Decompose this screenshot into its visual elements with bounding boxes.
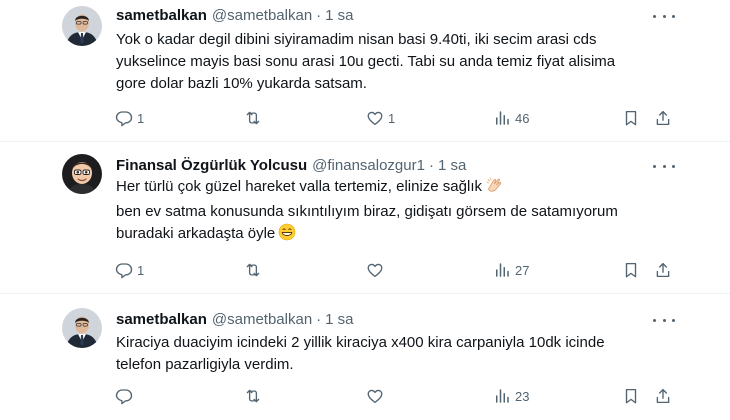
display-name[interactable]: sametbalkan [116, 7, 207, 24]
bookmark-button[interactable] [622, 384, 640, 408]
bookmark-button[interactable] [622, 258, 640, 282]
tweet-text: Her türlü çok güzel hareket valla tertem… [116, 176, 676, 248]
reply-button[interactable]: 1 [115, 258, 144, 282]
like-button[interactable] [366, 258, 388, 282]
reply-icon [115, 389, 133, 405]
bookmark-icon [625, 110, 637, 126]
tweet-text-fragment: buradaki arkadaşta öyle [116, 225, 276, 242]
tweet-header: sametbalkan @sametbalkan · 1 sa [116, 309, 354, 329]
tweet-header: Finansal Özgürlük Yolcusu @finansalozgur… [116, 155, 466, 175]
retweet-icon [246, 263, 260, 277]
separator-dot: · [316, 6, 322, 24]
bookmark-icon [625, 262, 637, 278]
reply-button[interactable]: 1 [115, 106, 144, 130]
heart-icon [367, 111, 383, 126]
reply-button[interactable] [115, 384, 137, 408]
share-icon [656, 110, 670, 126]
like-count: 1 [388, 110, 396, 126]
tweet-text-line: gore dolar bazli 10% yukarda satsam. [116, 75, 367, 92]
view-count: 27 [515, 262, 530, 278]
tweet-text-fragment: Her türlü çok güzel hareket valla tertem… [116, 178, 482, 195]
user-handle[interactable]: @sametbalkan [212, 311, 312, 328]
user-handle[interactable]: @sametbalkan [212, 7, 312, 24]
retweet-icon [246, 389, 260, 403]
separator-dot: · [316, 310, 322, 328]
more-options-icon[interactable] [653, 6, 675, 26]
tweet-text-line: Yok o kadar degil dibini siyiramadim nis… [116, 31, 597, 48]
reply-count: 1 [137, 110, 145, 126]
display-name[interactable]: Finansal Özgürlük Yolcusu [116, 157, 307, 174]
reply-count: 1 [137, 262, 145, 278]
views-button[interactable]: 23 [493, 384, 529, 408]
share-icon [656, 262, 670, 278]
tweet[interactable]: sametbalkan @sametbalkan · 1 sa Yok o ka… [0, 0, 730, 142]
retweet-button[interactable] [244, 258, 266, 282]
more-options-icon[interactable] [653, 310, 675, 330]
analytics-icon [496, 111, 509, 125]
avatar[interactable] [62, 6, 102, 46]
like-button[interactable] [366, 384, 388, 408]
avatar[interactable] [62, 154, 102, 194]
display-name[interactable]: sametbalkan [116, 311, 207, 328]
user-handle[interactable]: @finansalozgur1 [312, 157, 425, 174]
share-icon [656, 388, 670, 404]
share-button[interactable] [654, 258, 672, 282]
reply-thread: sametbalkan @sametbalkan · 1 sa Yok o ka… [0, 0, 730, 420]
share-button[interactable] [654, 106, 672, 130]
more-options-icon[interactable] [653, 156, 675, 176]
tweet-text-line: Her türlü çok güzel hareket valla tertem… [116, 176, 676, 201]
like-button[interactable]: 1 [366, 106, 395, 130]
tweet-text-line: yukselince mayis basi sonu arasi 10u gec… [116, 53, 616, 70]
tweet-text-line: Kiraciya duaciyim icindeki 2 yillik kira… [116, 334, 605, 351]
tweet[interactable]: sametbalkan @sametbalkan · 1 sa Kiraciya… [0, 294, 730, 420]
grinning-face-emoji [278, 223, 296, 248]
retweet-icon [246, 111, 260, 125]
analytics-icon [496, 389, 509, 403]
bookmark-button[interactable] [622, 106, 640, 130]
bookmark-icon [625, 388, 637, 404]
view-count: 23 [515, 388, 530, 404]
tweet-text-line: buradaki arkadaşta öyle [116, 223, 676, 248]
separator-dot: · [428, 156, 434, 174]
tweet-actions: 1 27 [0, 258, 730, 282]
retweet-button[interactable] [244, 106, 266, 130]
heart-icon [367, 389, 383, 404]
avatar[interactable] [62, 308, 102, 348]
tweet-text: Kiraciya duaciyim icindeki 2 yillik kira… [116, 332, 676, 376]
tweet-text-line: ben ev satma konusunda sıkıntılıyım bira… [116, 203, 618, 220]
tweet-text-line: telefon pazarligiyla verdim. [116, 356, 294, 373]
share-button[interactable] [654, 384, 672, 408]
clapping-hands-emoji [485, 176, 503, 201]
timestamp[interactable]: 1 sa [438, 157, 466, 174]
tweet-header: sametbalkan @sametbalkan · 1 sa [116, 5, 354, 25]
reply-icon [115, 111, 133, 127]
tweet-actions: 1 1 46 [0, 106, 730, 130]
analytics-icon [496, 263, 509, 277]
timestamp[interactable]: 1 sa [325, 311, 353, 328]
tweet-text: Yok o kadar degil dibini siyiramadim nis… [116, 29, 676, 95]
tweet-actions: 23 [0, 384, 730, 408]
reply-icon [115, 263, 133, 279]
timestamp[interactable]: 1 sa [325, 7, 353, 24]
heart-icon [367, 263, 383, 278]
views-button[interactable]: 46 [493, 106, 529, 130]
views-button[interactable]: 27 [493, 258, 529, 282]
retweet-button[interactable] [244, 384, 266, 408]
tweet[interactable]: Finansal Özgürlük Yolcusu @finansalozgur… [0, 142, 730, 294]
view-count: 46 [515, 110, 530, 126]
